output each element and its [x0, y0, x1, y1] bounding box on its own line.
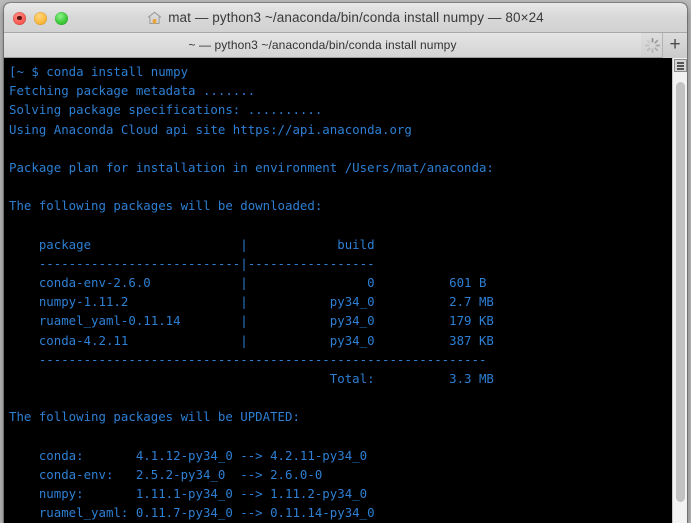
terminal-line: Fetching package metadata ....... [9, 83, 256, 99]
activity-spinner-icon [644, 37, 661, 54]
terminal-window: mat — python3 ~/anaconda/bin/conda insta… [4, 3, 687, 523]
window-titlebar[interactable]: mat — python3 ~/anaconda/bin/conda insta… [4, 3, 687, 33]
scrollbar-marker-icon[interactable] [674, 59, 687, 72]
terminal-line: Total: 3.3 MB [9, 371, 494, 386]
zoom-window-button[interactable] [55, 11, 68, 25]
terminal-line: The following packages will be UPDATED: [9, 409, 300, 425]
terminal-line: Package plan for installation in environ… [9, 159, 494, 175]
tab-label: ~ — python3 ~/anaconda/bin/conda install… [188, 38, 457, 52]
terminal-line: conda: 4.1.12-py34_0 --> 4.2.11-py34_0 [9, 447, 368, 463]
titlebar-center: mat — python3 ~/anaconda/bin/conda insta… [4, 10, 687, 25]
window-controls [13, 3, 68, 33]
minimize-window-button[interactable] [34, 11, 47, 25]
tab-bar: ~ — python3 ~/anaconda/bin/conda install… [4, 33, 687, 58]
new-tab-label: + [669, 34, 681, 55]
terminal-line: [~ $ conda install numpy [9, 64, 189, 79]
terminal-line: conda-env: 2.5.2-py34_0 --> 2.6.0-0 [9, 466, 323, 482]
terminal-line: The following packages will be downloade… [9, 198, 323, 214]
terminal-line: numpy: 1.11.1-py34_0 --> 1.11.2-py34_0 [9, 486, 368, 502]
terminal-line: ---------------------------|------------… [9, 255, 375, 271]
terminal-line: ruamel_yaml: 0.11.7-py34_0 --> 0.11.14-p… [9, 505, 375, 521]
home-icon [147, 11, 162, 25]
terminal-line: Solving package specifications: ........… [9, 102, 323, 118]
window-title: mat — python3 ~/anaconda/bin/conda insta… [168, 10, 544, 25]
terminal-screen[interactable]: [~ $ conda install numpy Fetching package… [4, 58, 672, 523]
new-tab-button[interactable]: + [662, 33, 687, 58]
desktop-background: mat — python3 ~/anaconda/bin/conda insta… [0, 0, 691, 523]
terminal-line: numpy-1.11.2 | py34_0 2.7 MB [9, 294, 494, 310]
terminal-line: ----------------------------------------… [9, 351, 487, 367]
terminal-line: package | build [9, 236, 375, 252]
terminal-scrollbar[interactable] [672, 58, 687, 523]
scrollbar-thumb[interactable] [676, 82, 685, 502]
terminal-line: conda-4.2.11 | py34_0 387 KB [9, 332, 494, 348]
terminal-line: Using Anaconda Cloud api site https://ap… [9, 121, 412, 137]
close-window-button[interactable] [13, 11, 26, 25]
terminal-body[interactable]: [~ $ conda install numpy Fetching package… [4, 58, 687, 523]
tab-active[interactable]: ~ — python3 ~/anaconda/bin/conda install… [4, 33, 641, 57]
terminal-line: ruamel_yaml-0.11.14 | py34_0 179 KB [9, 313, 494, 329]
terminal-line: conda-env-2.6.0 | 0 601 B [9, 275, 487, 291]
